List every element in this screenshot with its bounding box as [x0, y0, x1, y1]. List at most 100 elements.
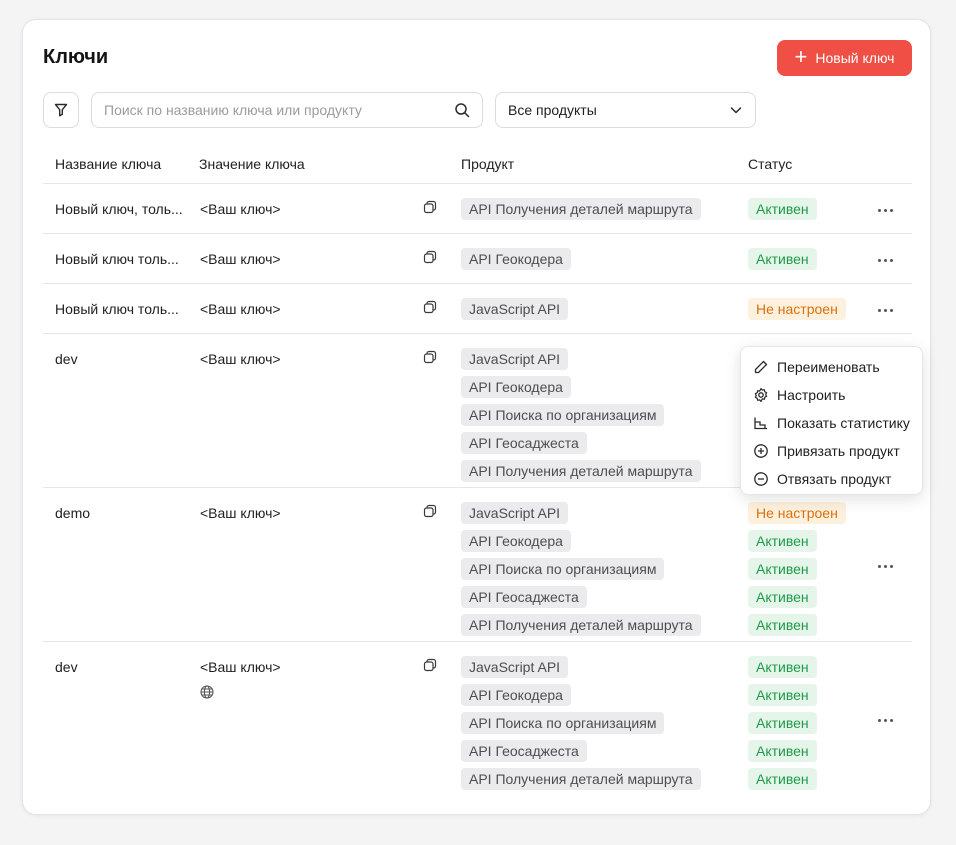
product-tag: API Геокодера	[461, 530, 571, 552]
product-filter-value: Все продукты	[508, 102, 597, 118]
status-badge: Активен	[748, 712, 817, 734]
key-name: Новый ключ, толь...	[55, 201, 183, 217]
product-list: API Геокодера	[461, 248, 571, 276]
status-badge: Не настроен	[748, 502, 846, 524]
key-name: demo	[55, 505, 91, 521]
key-name: dev	[55, 659, 78, 675]
copy-icon[interactable]	[423, 200, 441, 218]
key-value: <Ваш ключ>	[200, 201, 281, 217]
column-value: Значение ключа	[199, 156, 305, 172]
table-row: Новый ключ толь... <Ваш ключ> JavaScript A…	[43, 284, 912, 334]
gear-icon	[754, 387, 768, 403]
key-value: <Ваш ключ>	[200, 351, 281, 367]
column-product: Продукт	[461, 156, 515, 172]
table-row: demo <Ваш ключ> JavaScript API API Геокодер…	[43, 488, 912, 642]
key-value: <Ваш ключ>	[200, 505, 281, 521]
filter-icon	[54, 103, 68, 117]
product-tag: API Геокодера	[461, 684, 571, 706]
product-tag: API Поиска по организациям	[461, 558, 665, 580]
product-tag: API Геокодера	[461, 248, 571, 270]
more-options-icon[interactable]	[875, 252, 895, 268]
table-header: Название ключа Значение ключа Продукт Ст…	[43, 152, 912, 184]
product-list: JavaScript API API Геокодера API Поиска по…	[461, 348, 701, 488]
status-badge: Не настроен	[748, 298, 846, 320]
key-name: Новый ключ толь...	[55, 301, 179, 317]
status-badge: Активен	[748, 656, 817, 678]
table-row: dev <Ваш ключ> JavaScript API API Геокодера…	[43, 642, 912, 816]
globe-icon	[200, 685, 216, 701]
plus-icon: +	[794, 44, 808, 69]
keys-card: Ключи + Новый ключ Все продукты Название…	[22, 19, 931, 815]
status-list: Не настроен Активен Активен Активен Активен	[748, 502, 846, 642]
search-box[interactable]	[91, 92, 483, 128]
product-tag: API Поиска по организациям	[461, 404, 665, 426]
product-tag: JavaScript API	[461, 348, 569, 370]
copy-icon[interactable]	[423, 300, 441, 318]
key-name: dev	[55, 351, 78, 367]
copy-icon[interactable]	[423, 250, 441, 268]
status-badge: Активен	[748, 558, 817, 580]
column-name: Название ключа	[55, 156, 162, 172]
product-tag: API Получения деталей маршрута	[461, 460, 701, 482]
status-list: Не настроен	[748, 298, 846, 326]
product-tag: API Геокодера	[461, 376, 571, 398]
row-context-menu: Переименовать Настроить Показать статист…	[740, 346, 923, 495]
more-options-icon[interactable]	[875, 202, 895, 218]
more-options-icon[interactable]	[875, 712, 895, 728]
menu-item-label: Показать статистику	[777, 415, 910, 431]
menu-item-label: Настроить	[777, 387, 846, 403]
menu-item-attach-product[interactable]: Привязать продукт	[741, 437, 922, 465]
table-row: Новый ключ толь... <Ваш ключ> API Геокодер…	[43, 234, 912, 284]
product-list: API Получения деталей маршрута	[461, 198, 701, 226]
status-badge: Активен	[748, 684, 817, 706]
product-list: JavaScript API API Геокодера API Поиска по…	[461, 502, 701, 642]
more-options-icon[interactable]	[875, 558, 895, 574]
status-badge: Активен	[748, 614, 817, 636]
key-value: <Ваш ключ>	[200, 251, 281, 267]
status-badge: Активен	[748, 530, 817, 552]
copy-icon[interactable]	[423, 350, 441, 368]
product-tag: API Поиска по организациям	[461, 712, 665, 734]
status-badge: Активен	[748, 768, 817, 790]
menu-item-label: Отвязать продукт	[777, 471, 892, 487]
menu-item-rename[interactable]: Переименовать	[741, 353, 922, 381]
menu-item-detach-product[interactable]: Отвязать продукт	[741, 465, 922, 493]
status-list: Активен	[748, 248, 817, 276]
status-badge: Активен	[748, 248, 817, 270]
key-value: <Ваш ключ>	[200, 301, 281, 317]
status-list: Активен Активен Активен Активен Активен	[748, 656, 817, 796]
product-tag: JavaScript API	[461, 656, 569, 678]
new-key-button[interactable]: + Новый ключ	[777, 40, 912, 76]
product-list: JavaScript API	[461, 298, 569, 326]
status-badge: Активен	[748, 198, 817, 220]
chevron-down-icon	[730, 107, 742, 114]
product-tag: API Геосаджеста	[461, 432, 587, 454]
menu-item-configure[interactable]: Настроить	[741, 381, 922, 409]
menu-item-label: Переименовать	[777, 359, 880, 375]
page-title: Ключи	[43, 46, 109, 68]
plus-circle-icon	[754, 444, 768, 458]
product-tag: API Геосаджеста	[461, 740, 587, 762]
copy-icon[interactable]	[423, 658, 441, 676]
product-tag: API Получения деталей маршрута	[461, 768, 701, 790]
table-row: Новый ключ, толь... <Ваш ключ> API Получен…	[43, 184, 912, 234]
search-icon[interactable]	[454, 102, 470, 118]
product-filter-select[interactable]: Все продукты	[495, 92, 756, 128]
product-tag: API Получения деталей маршрута	[461, 614, 701, 636]
status-badge: Активен	[748, 586, 817, 608]
product-list: JavaScript API API Геокодера API Поиска по…	[461, 656, 701, 796]
filter-button[interactable]	[43, 92, 79, 128]
column-status: Статус	[748, 156, 793, 172]
key-name: Новый ключ толь...	[55, 251, 179, 267]
more-options-icon[interactable]	[875, 302, 895, 318]
product-tag: JavaScript API	[461, 298, 569, 320]
status-badge: Активен	[748, 740, 817, 762]
status-list: Активен	[748, 198, 817, 226]
menu-item-show-stats[interactable]: Показать статистику	[741, 409, 922, 437]
pencil-icon	[754, 360, 768, 374]
search-input[interactable]	[104, 102, 454, 118]
menu-item-label: Привязать продукт	[777, 443, 900, 459]
copy-icon[interactable]	[423, 504, 441, 522]
stats-icon	[754, 417, 767, 430]
new-key-label: Новый ключ	[815, 50, 895, 66]
